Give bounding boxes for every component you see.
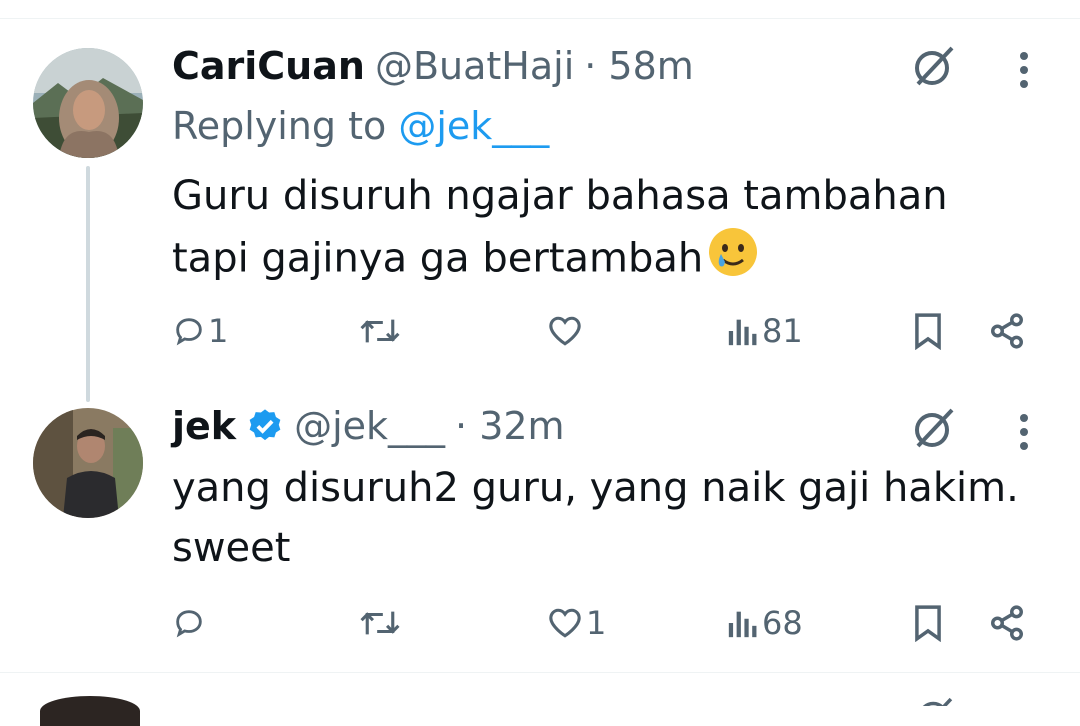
verified-badge-icon xyxy=(246,407,284,445)
views-button[interactable]: 68 xyxy=(726,598,803,648)
tweet-caricuan[interactable]: CariCuan @BuatHaji · 58m Replying to @je… xyxy=(0,0,1080,402)
tweet-text-line: sweet xyxy=(172,525,291,571)
view-count: 68 xyxy=(762,604,803,642)
tweet-text: Guru disuruh ngajar bahasa tambahan tapi… xyxy=(172,166,1032,295)
display-name[interactable]: jek xyxy=(172,404,236,448)
heart-icon xyxy=(549,608,581,638)
timestamp[interactable]: · 58m xyxy=(584,44,694,88)
bookmark-icon xyxy=(915,313,941,350)
tweet-text: yang disuruh2 guru, yang naik gaji hakim… xyxy=(172,458,1032,578)
smiling-face-with-tear-icon xyxy=(707,226,759,295)
next-tweet-grok-icon[interactable] xyxy=(912,692,958,706)
tweet-jek[interactable]: jek @jek___ · 32m yang disuruh2 guru, ya… xyxy=(0,380,1080,672)
tweet-text-line: tapi gajinya ga bertambah xyxy=(172,226,1032,295)
display-name[interactable]: CariCuan xyxy=(172,44,365,88)
more-options-icon[interactable] xyxy=(1012,410,1036,454)
share-button[interactable] xyxy=(988,598,1026,648)
more-options-icon[interactable] xyxy=(1012,48,1036,92)
tweet-divider xyxy=(0,672,1080,673)
avatar[interactable] xyxy=(33,48,143,158)
heart-icon xyxy=(549,316,581,346)
like-button[interactable] xyxy=(546,306,586,356)
replying-to: Replying to @jek___ xyxy=(172,104,549,148)
tweet-header: jek @jek___ · 32m xyxy=(172,396,565,456)
replying-to-handle[interactable]: @jek___ xyxy=(398,104,549,148)
retweet-icon xyxy=(360,319,400,343)
user-handle[interactable]: @BuatHaji xyxy=(375,44,574,88)
tweet-text-line: Guru disuruh ngajar bahasa tambahan xyxy=(172,173,948,219)
bookmark-button[interactable] xyxy=(912,306,944,356)
bookmark-button[interactable] xyxy=(912,598,944,648)
share-icon xyxy=(991,605,1023,641)
tweet-text-line: yang disuruh2 guru, yang naik gaji hakim… xyxy=(172,465,1019,511)
avatar[interactable] xyxy=(33,408,143,518)
tweet-actions: 1 68 xyxy=(172,598,1032,648)
next-tweet-avatar[interactable] xyxy=(40,696,140,726)
replying-to-label: Replying to xyxy=(172,104,399,148)
reply-icon xyxy=(176,610,202,638)
bookmark-icon xyxy=(915,605,941,642)
retweet-icon xyxy=(360,611,400,635)
reply-button[interactable]: 1 xyxy=(172,306,228,356)
views-icon xyxy=(728,319,757,346)
timestamp[interactable]: · 32m xyxy=(455,404,565,448)
grok-icon[interactable] xyxy=(908,40,960,92)
tweet-header: CariCuan @BuatHaji · 58m xyxy=(172,36,694,96)
reply-icon xyxy=(176,318,202,346)
views-icon xyxy=(728,611,757,638)
grok-icon[interactable] xyxy=(908,402,960,454)
reply-button[interactable] xyxy=(172,598,208,648)
share-button[interactable] xyxy=(988,306,1026,356)
view-count: 81 xyxy=(762,312,803,350)
tweet-actions: 1 81 xyxy=(172,306,1032,356)
share-icon xyxy=(991,313,1023,349)
reply-count: 1 xyxy=(208,312,229,350)
retweet-button[interactable] xyxy=(358,598,404,648)
thread-line xyxy=(86,166,90,402)
views-button[interactable]: 81 xyxy=(726,306,803,356)
like-count: 1 xyxy=(586,604,607,642)
retweet-button[interactable] xyxy=(358,306,404,356)
user-handle[interactable]: @jek___ xyxy=(294,404,445,448)
like-button[interactable]: 1 xyxy=(546,598,606,648)
